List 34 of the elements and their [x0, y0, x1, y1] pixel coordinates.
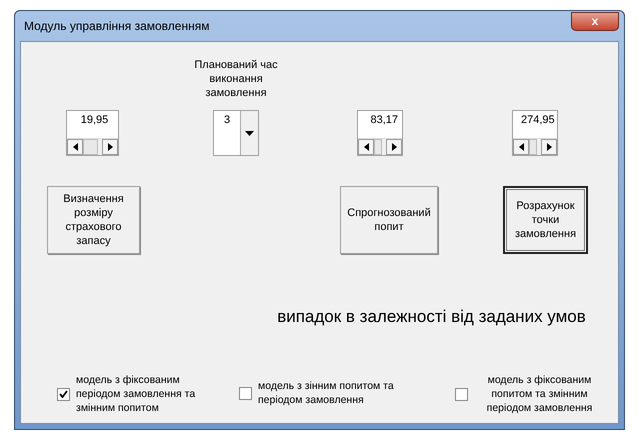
- scroll-right-button[interactable]: [102, 139, 118, 155]
- section-heading: випадок в залежності від заданих умов: [276, 306, 587, 328]
- checkbox[interactable]: [455, 388, 468, 400]
- checkbox-label: модель з фіксованим періодом замовлення та змінним попитом: [76, 373, 196, 415]
- spin-field[interactable]: 19,95: [66, 110, 119, 156]
- scroll-thumb[interactable]: [83, 139, 98, 155]
- checkbox[interactable]: [239, 386, 252, 400]
- spin-field[interactable]: 83,17: [357, 110, 403, 156]
- scroll-left-button[interactable]: [513, 139, 529, 155]
- checkbox-label: модель з фіксованим попитом та змінним періодом замовлення: [486, 373, 594, 415]
- dropdown-button[interactable]: [240, 111, 258, 155]
- arrow-left-icon: [364, 143, 368, 151]
- scroll-thumb[interactable]: [529, 139, 537, 155]
- action-button[interactable]: Визначення розміру страхового запасу: [47, 186, 140, 254]
- dropdown-field[interactable]: 3: [213, 110, 259, 156]
- action-button[interactable]: Спрогнозований попит: [340, 186, 438, 254]
- action-button[interactable]: Розрахунок точки замовлення: [503, 186, 588, 254]
- arrow-right-icon: [108, 143, 112, 151]
- arrow-left-icon: [72, 143, 78, 151]
- scroll-thumb[interactable]: [374, 139, 382, 155]
- scroll-left-button[interactable]: [67, 139, 83, 155]
- window-title: Модуль управління замовленням: [23, 19, 210, 33]
- scroll-right-button[interactable]: [541, 139, 557, 155]
- caret-down-icon: [245, 130, 254, 136]
- checkbox[interactable]: [57, 388, 70, 400]
- field-label: Планований час виконання замовлення: [193, 58, 279, 100]
- spin-field[interactable]: 274,95: [512, 110, 558, 156]
- arrow-right-icon: [392, 143, 396, 151]
- checkbox-label: модель з зінним попитом та періодом замовлення: [258, 379, 395, 407]
- check-icon: [59, 390, 68, 398]
- arrow-right-icon: [546, 143, 552, 151]
- arrow-left-icon: [518, 143, 524, 151]
- scroll-right-button[interactable]: [386, 139, 402, 155]
- scroll-left-button[interactable]: [358, 139, 374, 155]
